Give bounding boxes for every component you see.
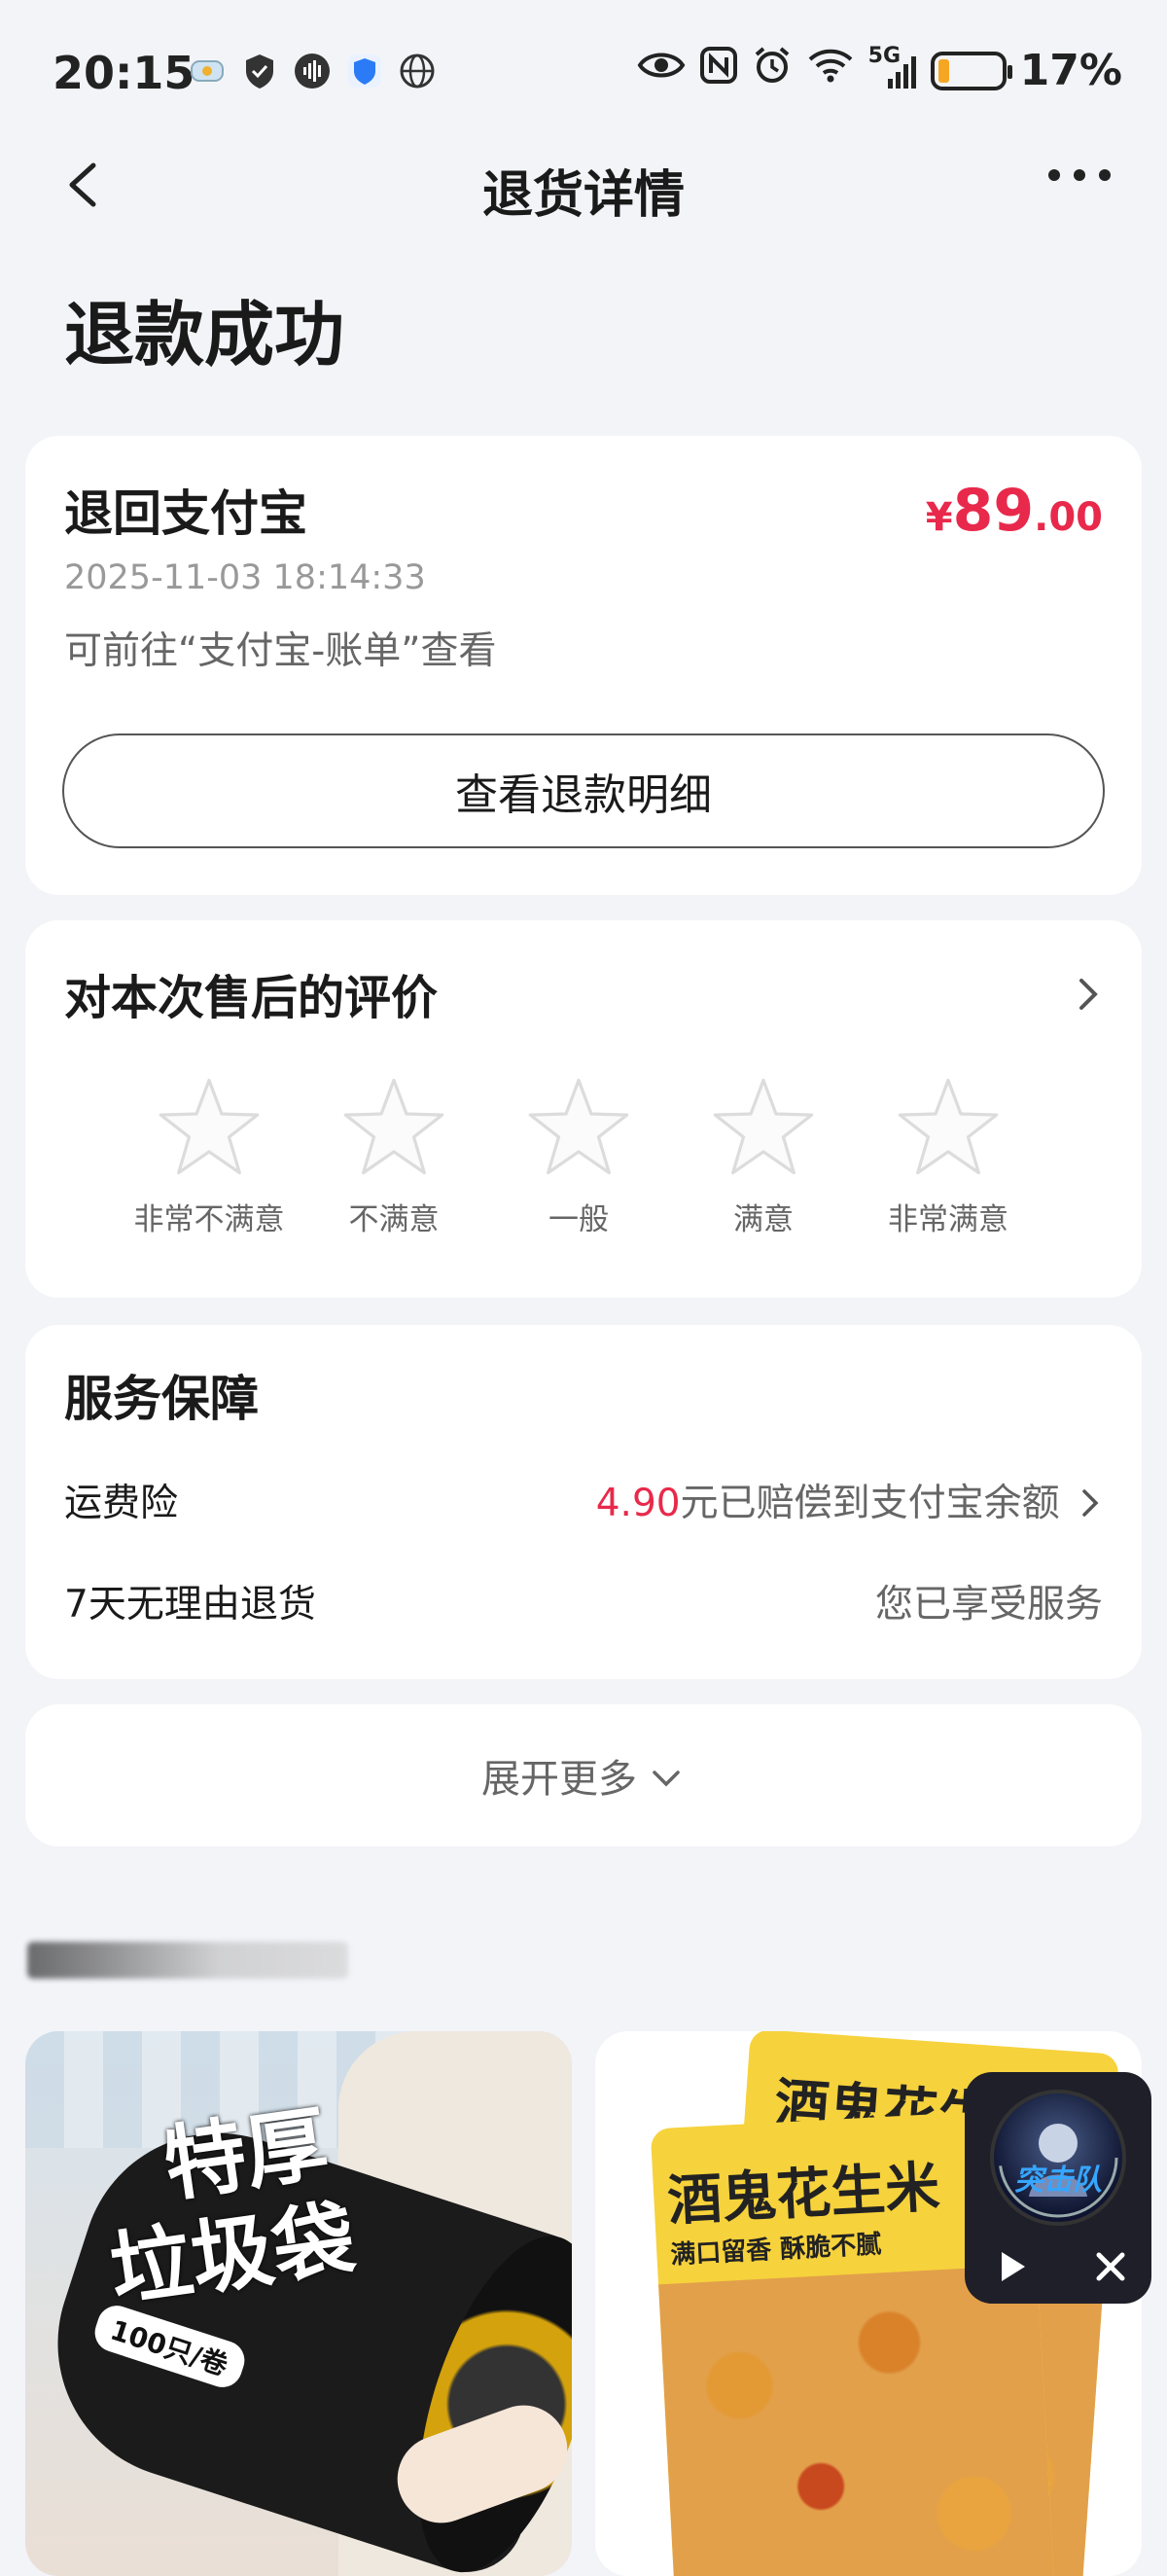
refund-time: 2025-11-03 18:14:33 [64,558,426,597]
rating-option-label: 不满意 [348,1202,440,1237]
battery-fill [937,58,949,83]
star-icon [528,1078,629,1175]
play-icon[interactable] [992,2247,1031,2286]
status-icons-left [187,51,438,91]
product-card[interactable]: 特厚 垃圾袋 100只/卷 [25,2031,572,2576]
rating-card[interactable]: 对本次售后的评价 非常不满意 不满意 一般 满意 非常满意 [25,920,1142,1298]
product-title: 酒鬼花生米 [665,2156,941,2234]
star-icon [159,1078,260,1175]
network-type: 5G [867,43,902,68]
rating-option[interactable]: 非常满意 [856,1076,1041,1238]
service-row-value: 4.90元已赔偿到支付宝余额 [596,1473,1103,1527]
page-title: 退款成功 [64,294,345,376]
service-row-label: 7天无理由退货 [64,1583,316,1627]
battery-icon [930,51,1012,90]
star-icon [898,1078,999,1175]
status-icons-right: 5G 17% [637,44,1122,96]
rating-option-label: 非常满意 [888,1202,1008,1237]
expand-more-label: 展开更多 [481,1757,637,1802]
rating-option-label: 非常不满意 [133,1202,285,1237]
service-row-label: 运费险 [64,1482,179,1525]
rating-option[interactable]: 非常不满意 [117,1076,301,1238]
close-icon[interactable] [1091,2247,1130,2286]
blurred-section-header [27,1942,348,1979]
refund-note: 可前往“支付宝-账单”查看 [64,629,497,673]
status-time: 20:15 [53,47,195,99]
chevron-right-icon[interactable] [1072,975,1103,1018]
service-row-7day-return: 7天无理由退货 您已享受服务 [64,1574,1103,1627]
battery-percent: 17% [1019,46,1122,95]
refund-destination: 退回支付宝 [64,485,307,542]
globe-icon [397,51,438,91]
insurance-text: 元已赔偿到支付宝余额 [680,1482,1060,1525]
service-card: 服务保障 运费险 4.90元已赔偿到支付宝余额 7天无理由退货 您已享受服务 [25,1325,1142,1679]
rating-option[interactable]: 满意 [671,1076,856,1238]
service-row-value: 您已享受服务 [874,1583,1103,1627]
shield-icon [239,51,280,91]
chevron-right-icon [1082,1489,1099,1517]
service-title: 服务保障 [64,1371,259,1427]
refund-card: 退回支付宝 ¥89.00 2025-11-03 18:14:33 可前往“支付宝… [25,436,1142,895]
amount-decimal: .00 [1034,495,1103,540]
star-icon [343,1078,444,1175]
voice-icon [292,51,333,91]
status-bar: 20:15 5G 17% [0,0,1167,146]
floating-player[interactable]: 突击队 [965,2072,1151,2304]
rating-option-label: 满意 [733,1202,794,1237]
nfc-icon [699,46,738,95]
product-image: 特厚 垃圾袋 100只/卷 [25,2031,572,2576]
expand-more-button[interactable]: 展开更多 [25,1704,1142,1846]
more-dots-icon[interactable] [1048,169,1111,181]
rating-option-label: 一般 [548,1202,609,1237]
chevron-down-icon [653,1771,680,1787]
eye-icon [637,46,686,95]
player-brand: 突击队 [1014,2164,1102,2198]
rating-option[interactable]: 一般 [486,1076,671,1238]
refund-amount: ¥89.00 [926,477,1103,545]
insurance-amount: 4.90 [595,1482,681,1525]
star-icon [713,1078,814,1175]
nav-bar: 退货详情 [0,146,1167,225]
product-title: 特厚 垃圾袋 [90,2093,360,2319]
nav-title: 退货详情 [481,166,685,225]
rating-option[interactable]: 不满意 [301,1076,486,1238]
amount-currency: ¥ [925,495,953,540]
rating-title: 对本次售后的评价 [64,971,439,1025]
signal-icon: 5G [868,44,917,90]
amount-integer: 89 [952,477,1035,545]
security-icon [344,51,385,91]
rating-stars: 非常不满意 不满意 一般 满意 非常满意 [117,1076,1041,1238]
wifi-icon [806,46,855,95]
service-row-shipping-insurance[interactable]: 运费险 4.90元已赔偿到支付宝余额 [64,1473,1103,1525]
app-badge-icon [187,51,228,91]
view-refund-detail-button[interactable]: 查看退款明细 [62,733,1105,848]
alarm-icon [752,45,793,96]
